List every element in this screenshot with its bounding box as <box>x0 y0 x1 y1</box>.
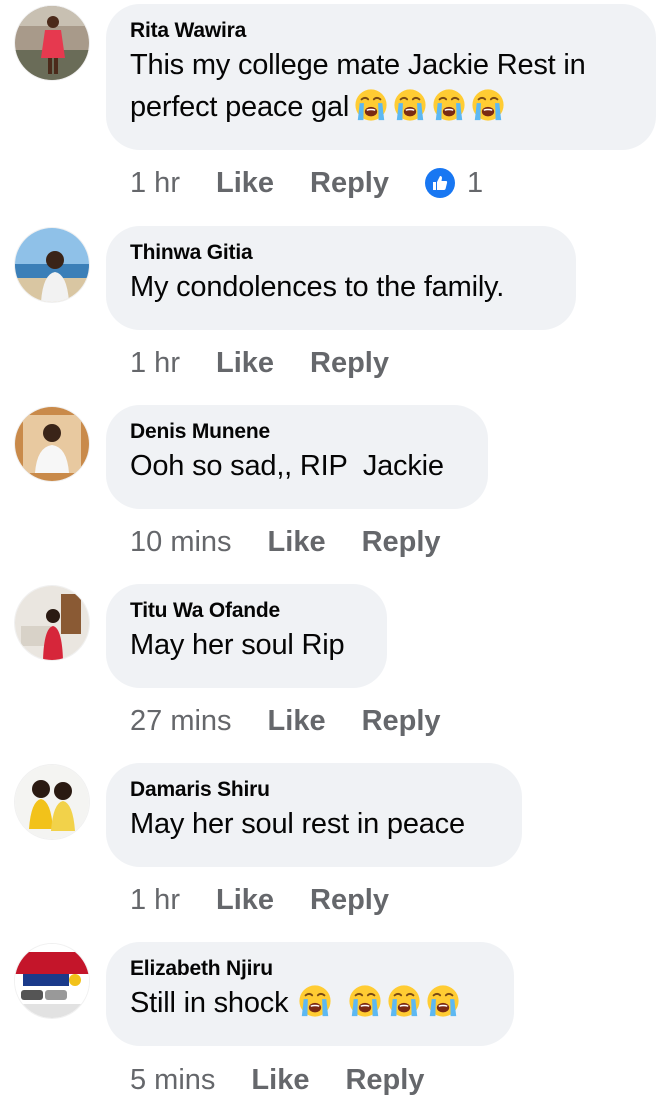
avatar[interactable] <box>15 586 89 660</box>
avatar[interactable] <box>15 407 89 481</box>
comment-item: Rita Wawira This my college mate Jackie … <box>0 0 672 199</box>
reply-button[interactable]: Reply <box>310 884 389 917</box>
reply-button[interactable]: Reply <box>345 1064 424 1097</box>
comment-text: May her soul Rip <box>130 629 345 661</box>
like-button[interactable]: Like <box>268 526 326 559</box>
loudly-crying-face-icon <box>393 88 427 122</box>
comment-timestamp[interactable]: 1 hr <box>130 167 180 200</box>
comment-author[interactable]: Elizabeth Njiru <box>130 956 488 982</box>
comment-item: Elizabeth Njiru Still in shock 5 mins Li… <box>0 938 672 1118</box>
loudly-crying-face-icon <box>426 984 460 1018</box>
comment-text: Ooh so sad,, RIP Jackie <box>130 450 444 482</box>
comment-timestamp[interactable]: 27 mins <box>130 705 232 738</box>
comment-timestamp[interactable]: 1 hr <box>130 884 180 917</box>
comment-item: Titu Wa Ofande May her soul Rip 27 mins … <box>0 580 672 760</box>
comment-actions: 1 hr Like Reply 1 <box>130 165 483 201</box>
reply-button[interactable]: Reply <box>310 347 389 380</box>
comment-bubble: Damaris Shiru May her soul rest in peace <box>106 763 522 867</box>
reaction-count: 1 <box>467 166 484 199</box>
like-button[interactable]: Like <box>268 705 326 738</box>
comment-text: Still in shock <box>130 987 289 1019</box>
avatar[interactable] <box>15 228 89 302</box>
comment-author[interactable]: Damaris Shiru <box>130 777 496 803</box>
like-button[interactable]: Like <box>251 1064 309 1097</box>
comment-author[interactable]: Thinwa Gitia <box>130 240 550 266</box>
comment-bubble: Rita Wawira This my college mate Jackie … <box>106 4 656 150</box>
avatar-woman-office-icon <box>15 586 89 660</box>
comment-timestamp[interactable]: 5 mins <box>130 1064 215 1097</box>
comment-actions: 1 hr Like Reply <box>130 345 425 381</box>
like-button[interactable]: Like <box>216 167 274 200</box>
avatar[interactable] <box>15 765 89 839</box>
loudly-crying-face-icon <box>354 88 388 122</box>
comment-text-line1: This my college mate Jackie Rest in <box>130 49 586 81</box>
avatar-two-children-icon <box>15 765 89 839</box>
reply-button[interactable]: Reply <box>310 167 389 200</box>
avatar-woman-red-dress-icon <box>15 6 89 80</box>
comment-bubble: Thinwa Gitia My condolences to the famil… <box>106 226 576 330</box>
loudly-crying-face-icon <box>471 88 505 122</box>
comment-text: May her soul rest in peace <box>130 808 465 840</box>
comment-item: Damaris Shiru May her soul rest in peace… <box>0 759 672 939</box>
comment-actions: 5 mins Like Reply <box>130 1062 460 1098</box>
thumbs-up-icon <box>425 168 455 198</box>
comment-text: My condolences to the family. <box>130 271 505 303</box>
loudly-crying-face-icon <box>387 984 421 1018</box>
loudly-crying-face-icon <box>348 984 382 1018</box>
comment-item: Denis Munene Ooh so sad,, RIP Jackie 10 … <box>0 401 672 581</box>
avatar-car-advert-icon <box>15 944 89 1018</box>
avatar[interactable] <box>15 6 89 80</box>
reply-button[interactable]: Reply <box>362 526 441 559</box>
comment-text-line2: perfect peace gal <box>130 87 630 128</box>
comment-author[interactable]: Denis Munene <box>130 419 462 445</box>
comment-text: perfect peace gal <box>130 91 350 123</box>
comment-bubble: Denis Munene Ooh so sad,, RIP Jackie <box>106 405 488 509</box>
avatar[interactable] <box>15 944 89 1018</box>
reply-button[interactable]: Reply <box>362 705 441 738</box>
avatar-man-beach-icon <box>15 228 89 302</box>
reaction-summary[interactable]: 1 <box>425 167 483 200</box>
loudly-crying-face-icon <box>298 984 332 1018</box>
like-button[interactable]: Like <box>216 884 274 917</box>
comment-author[interactable]: Rita Wawira <box>130 18 630 44</box>
avatar-man-white-shirt-icon <box>15 407 89 481</box>
comment-actions: 1 hr Like Reply <box>130 882 425 918</box>
comment-actions: 27 mins Like Reply <box>130 703 477 739</box>
comment-author[interactable]: Titu Wa Ofande <box>130 598 361 624</box>
like-button[interactable]: Like <box>216 347 274 380</box>
comment-text-row: Still in shock <box>130 983 488 1024</box>
comment-actions: 10 mins Like Reply <box>130 524 477 560</box>
comment-bubble: Elizabeth Njiru Still in shock <box>106 942 514 1046</box>
comment-bubble: Titu Wa Ofande May her soul Rip <box>106 584 387 688</box>
comment-item: Thinwa Gitia My condolences to the famil… <box>0 222 672 402</box>
comment-timestamp[interactable]: 10 mins <box>130 526 232 559</box>
comment-timestamp[interactable]: 1 hr <box>130 347 180 380</box>
loudly-crying-face-icon <box>432 88 466 122</box>
